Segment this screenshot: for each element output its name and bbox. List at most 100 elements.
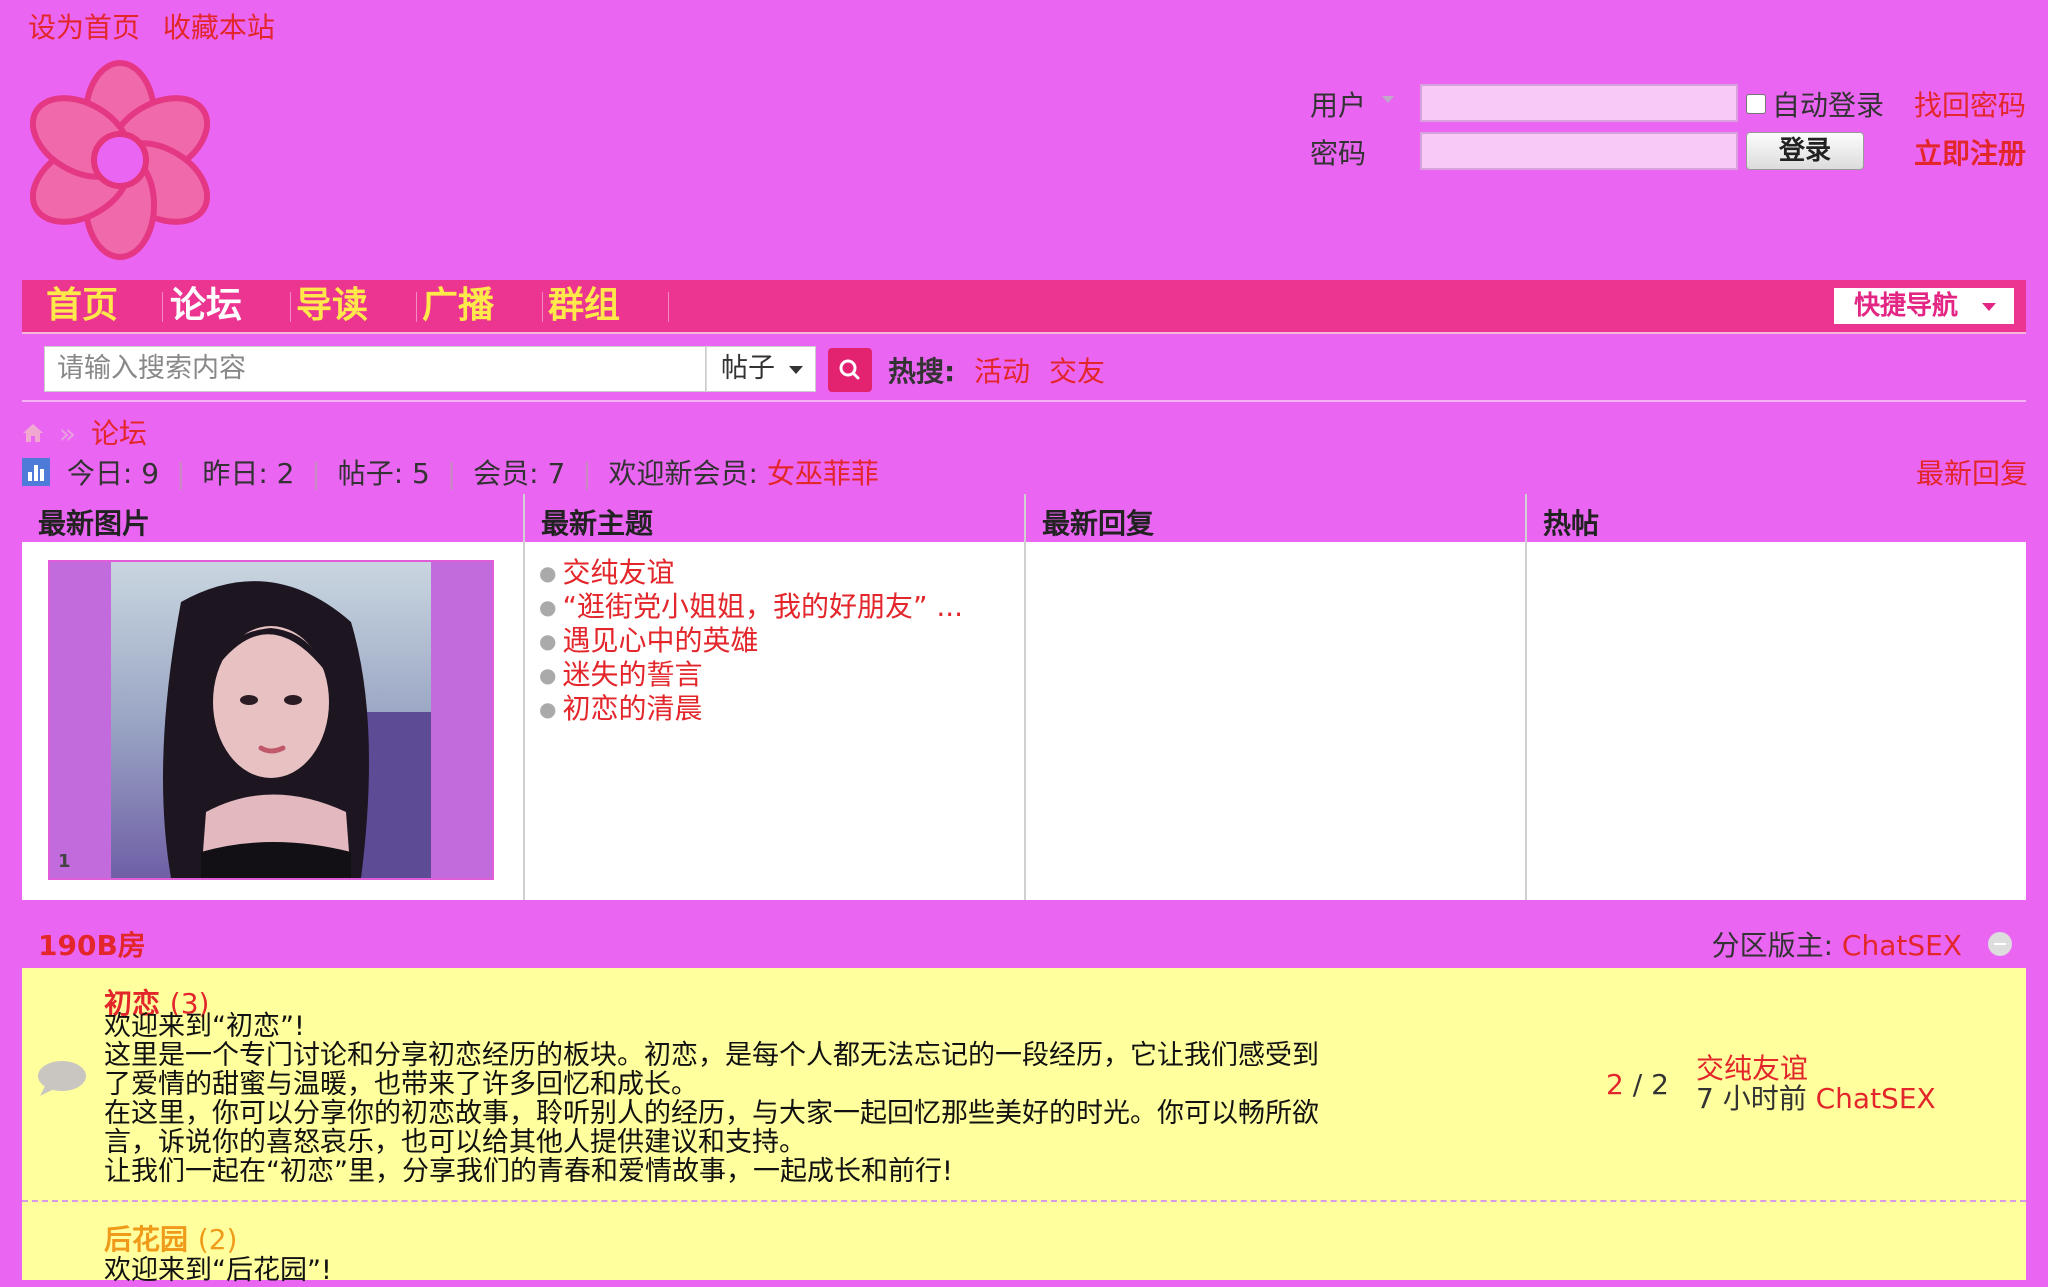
search-type-label: 帖子	[721, 353, 775, 384]
stat-welcome-label: 欢迎新会员:	[608, 457, 758, 490]
portal-grid: 最新图片 1 最新主题 ● 交纯友谊 ● “逛街党小姐姐，我的好朋友” ... …	[22, 494, 2026, 900]
latest-reply-link[interactable]: 最新回复	[1916, 452, 2028, 492]
forum-row: 后花园 (2) 欢迎来到“后花园”!	[22, 1202, 2026, 1286]
search-icon	[839, 359, 860, 380]
search-input[interactable]: 请输入搜索内容	[44, 346, 706, 392]
list-item: ● 迷失的誓言	[539, 658, 963, 692]
forum-description: 欢迎来到“初恋”! 这里是一个专门讨论和分享初恋经历的板块。初恋，是每个人都无法…	[104, 1012, 1434, 1186]
forgot-password-link[interactable]: 找回密码	[1914, 84, 2026, 124]
hot-search-label: 热搜:	[888, 355, 956, 388]
hot-posts-column: 热帖	[1525, 494, 2026, 900]
bookmark-link[interactable]: 收藏本站	[163, 11, 275, 44]
bar-chart-icon	[28, 465, 44, 481]
breadcrumb-separator: »	[58, 417, 77, 450]
thread-link[interactable]: 交纯友谊	[562, 556, 674, 589]
stat-divider: |	[311, 457, 321, 490]
column-body: 1	[22, 542, 523, 900]
last-post-author-link[interactable]: ChatSEX	[1816, 1082, 1936, 1115]
column-body	[1527, 542, 2026, 900]
flower-logo-icon	[29, 60, 211, 260]
login-button[interactable]: 登录	[1746, 132, 1864, 170]
nav-item-forum[interactable]: 论坛	[170, 280, 242, 332]
new-member-link[interactable]: 女巫菲菲	[767, 457, 879, 490]
description-line: 这里是一个专门讨论和分享初恋经历的板块。初恋，是每个人都无法忘记的一段经历，它让…	[104, 1040, 1319, 1071]
column-body: ● 交纯友谊 ● “逛街党小姐姐，我的好朋友” ... ● 遇见心中的英雄 ● 迷失的誓…	[525, 542, 1024, 900]
thread-count: 2	[1606, 1068, 1624, 1101]
forum-last-post: 交纯友谊 7 小时前 ChatSEX	[1696, 1054, 1936, 1114]
stat-today: 今日: 9	[66, 457, 160, 490]
bullet-icon: ●	[539, 595, 557, 619]
nav-item-home[interactable]: 首页	[46, 280, 118, 332]
description-line: 言，诉说你的喜怒哀乐，也可以给其他人提供建议和支持。	[104, 1127, 806, 1158]
home-icon[interactable]	[22, 422, 44, 444]
moderator-label: 分区版主:	[1711, 929, 1833, 962]
description-line: 让我们一起在“初恋”里，分享我们的青春和爱情故事，一起成长和前行!	[104, 1156, 953, 1187]
hot-search-item[interactable]: 活动	[974, 355, 1030, 388]
thread-link[interactable]: 迷失的誓言	[562, 658, 702, 691]
thread-link[interactable]: 初恋的清晨	[562, 692, 702, 725]
bullet-icon: ●	[539, 697, 557, 721]
last-post-title-link[interactable]: 交纯友谊	[1696, 1054, 1936, 1084]
chevron-down-icon	[789, 366, 803, 374]
nav-divider	[290, 292, 291, 322]
forum-stats: 今日: 9 | 昨日: 2 | 帖子: 5 | 会员: 7 | 欢迎新会员: 女…	[22, 452, 2028, 492]
nav-divider	[416, 292, 417, 322]
quick-nav-button[interactable]: 快捷导航	[1834, 288, 2014, 324]
username-label: 用户	[1310, 89, 1367, 122]
column-body	[1026, 542, 1525, 900]
auto-login-checkbox[interactable]	[1746, 94, 1766, 114]
thread-link[interactable]: “逛街党小姐姐，我的好朋友” ...	[562, 590, 963, 623]
latest-images-column: 最新图片 1	[22, 494, 523, 900]
description-line: 在这里，你可以分享你的初恋故事，聆听别人的经历，与大家一起回忆那些美好的时光。你…	[104, 1098, 1319, 1129]
stat-yesterday: 昨日: 2	[202, 457, 295, 490]
nav-divider	[668, 292, 669, 322]
password-label: 密码	[1310, 137, 1367, 170]
stat-members: 会员: 7	[473, 457, 566, 490]
chevron-down-icon	[1982, 303, 1996, 311]
stat-divider: |	[446, 457, 457, 490]
column-title: 最新回复	[1042, 507, 1155, 540]
stats-chart-icon[interactable]	[22, 458, 50, 486]
hot-search-item[interactable]: 交友	[1049, 355, 1105, 388]
list-item: ● 交纯友谊	[539, 556, 963, 590]
register-link[interactable]: 立即注册	[1914, 132, 2026, 172]
user-type-caret-icon[interactable]	[1382, 96, 1394, 103]
bullet-icon: ●	[539, 561, 557, 585]
latest-image[interactable]: 1	[48, 560, 494, 880]
last-post-meta: 7 小时前 ChatSEX	[1696, 1084, 1936, 1114]
hot-search: 热搜: 活动 交友	[888, 350, 1105, 390]
site-logo[interactable]	[20, 60, 220, 260]
category-title[interactable]: 190B房	[38, 924, 146, 964]
category-header: 190B房 分区版主: ChatSEX	[22, 920, 2026, 966]
username-input[interactable]	[1420, 84, 1738, 122]
nav-item-broadcast[interactable]: 广播	[422, 280, 494, 332]
stat-posts: 帖子: 5	[337, 457, 430, 490]
thread-list: ● 交纯友谊 ● “逛街党小姐姐，我的好朋友” ... ● 遇见心中的英雄 ● 迷失的誓…	[539, 556, 963, 726]
category-moderator: 分区版主: ChatSEX	[1712, 924, 1962, 964]
nav-divider	[162, 292, 163, 322]
set-home-link[interactable]: 设为首页	[28, 11, 140, 44]
image-index: 1	[58, 851, 71, 872]
column-title: 最新主题	[541, 507, 654, 540]
collapse-icon[interactable]	[1988, 932, 2012, 956]
search-button[interactable]	[828, 348, 872, 392]
nav-item-groups[interactable]: 群组	[548, 280, 620, 332]
bullet-icon: ●	[539, 629, 557, 653]
search-type-select[interactable]: 帖子	[706, 346, 816, 392]
list-item: ● “逛街党小姐姐，我的好朋友” ...	[539, 590, 963, 624]
moderator-link[interactable]: ChatSEX	[1842, 929, 1962, 962]
top-links: 设为首页 收藏本站	[28, 6, 289, 46]
forum-list: 初恋 (3) 欢迎来到“初恋”! 这里是一个专门讨论和分享初恋经历的板块。初恋，…	[22, 968, 2026, 1286]
latest-threads-column: 最新主题 ● 交纯友谊 ● “逛街党小姐姐，我的好朋友” ... ● 遇见心中的英雄 …	[523, 494, 1024, 900]
password-input[interactable]	[1420, 132, 1738, 170]
description-line: 欢迎来到“初恋”!	[104, 1011, 305, 1042]
auto-login-label[interactable]: 自动登录	[1772, 84, 1884, 124]
portrait-image	[111, 562, 431, 878]
description-line: 了爱情的甜蜜与温暖，也带来了许多回忆和成长。	[104, 1069, 698, 1100]
list-item: ● 遇见心中的英雄	[539, 624, 963, 658]
search-bar: 请输入搜索内容 帖子 热搜: 活动 交友	[44, 346, 2024, 396]
nav-item-guide[interactable]: 导读	[296, 280, 368, 332]
column-title: 热帖	[1543, 507, 1600, 540]
breadcrumb-current[interactable]: 论坛	[91, 417, 147, 450]
thread-link[interactable]: 遇见心中的英雄	[562, 624, 758, 657]
